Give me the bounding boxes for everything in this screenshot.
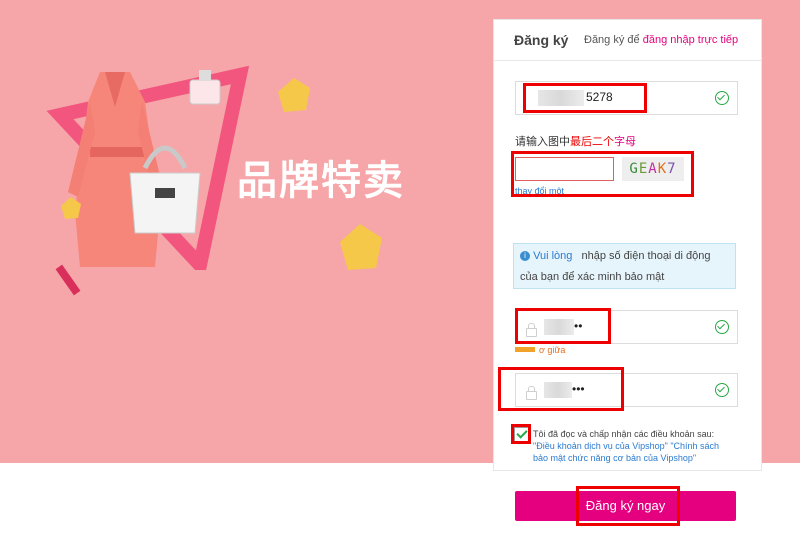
- info-icon: i: [520, 251, 530, 262]
- captcha-instruction-emph1: 最后二个: [570, 136, 614, 148]
- annotation-box: [576, 486, 680, 526]
- captcha-instruction-emph2: 字母: [614, 136, 636, 148]
- login-directly-link[interactable]: đăng nhập trực tiếp: [643, 34, 738, 46]
- captcha-instruction: 请输入图中最后二个字母: [515, 133, 636, 149]
- captcha-instruction-prefix: 请输入图中: [515, 136, 570, 148]
- annotation-box: [511, 151, 694, 197]
- lipstick-image: [55, 264, 81, 296]
- privacy-policy-link[interactable]: "Chính sách: [670, 441, 719, 451]
- gold-gem-graphic: [278, 78, 310, 112]
- tab-hint-text: Đăng ký để: [584, 34, 640, 46]
- tab-hint: Đăng ký để đăng nhập trực tiếp: [584, 34, 738, 46]
- valid-check-icon: [715, 320, 729, 334]
- annotation-box: [523, 83, 647, 113]
- terms-label: Tôi đã đọc và chấp nhận các điều khoản s…: [533, 429, 715, 439]
- verification-notice: i Vui lòng nhập số điện thoại di động củ…: [513, 243, 736, 289]
- annotation-box: [515, 308, 611, 344]
- brand-sale-title: 品牌特卖: [237, 158, 405, 204]
- annotation-box: [498, 367, 624, 411]
- notice-line2: của bạn để xác minh bảo mật: [520, 271, 665, 283]
- notice-line1-rest: nhập số điện thoại di động: [581, 250, 711, 262]
- perfume-image: [189, 70, 221, 105]
- valid-check-icon: [715, 91, 729, 105]
- terms-of-service-link[interactable]: "Điều khoản dịch vụ của Vipshop": [533, 441, 668, 451]
- password-strength-label: ơ giữa: [539, 345, 566, 355]
- gold-gem-graphic: [61, 197, 81, 219]
- terms-text: Tôi đã đọc và chấp nhận các điều khoản s…: [533, 428, 738, 464]
- registration-tabs: Đăng ký Đăng ký để đăng nhập trực tiếp: [494, 20, 761, 61]
- password-strength-bar: [515, 347, 535, 352]
- gold-gem-graphic: [340, 224, 382, 270]
- valid-check-icon: [715, 383, 729, 397]
- handbag-image: [129, 145, 201, 234]
- privacy-policy-link-cont[interactable]: bảo mật chức năng cơ bản của Vipshop": [533, 453, 696, 463]
- notice-line1-prefix: Vui lòng: [533, 250, 573, 262]
- tab-register[interactable]: Đăng ký: [514, 32, 568, 48]
- annotation-box: [511, 424, 531, 444]
